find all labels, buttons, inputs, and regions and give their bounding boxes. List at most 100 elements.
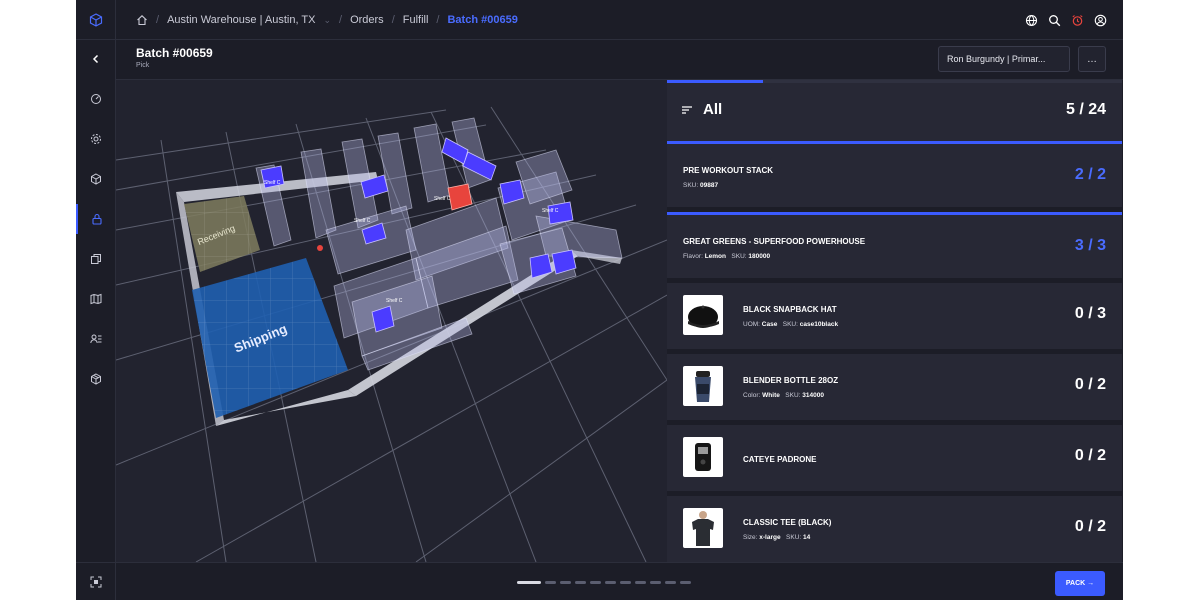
page-header: Batch #00659 Pick Ron Burgundy | Primar.… [116, 40, 1123, 80]
users-icon [90, 334, 102, 344]
cube-icon [89, 12, 103, 27]
pick-count: 0 / 2 [1074, 376, 1106, 393]
pagination-dot[interactable] [590, 581, 601, 584]
nav-settings[interactable] [76, 124, 116, 154]
pagination-dot[interactable] [517, 581, 541, 584]
top-bar: / Austin Warehouse | Austin, TX ⌄ / Orde… [116, 0, 1123, 40]
progress-bar [667, 80, 763, 83]
nav-inventory[interactable] [76, 164, 116, 194]
nav-dashboard[interactable] [76, 84, 116, 114]
pagination-dot[interactable] [680, 581, 691, 584]
app-window: / Austin Warehouse | Austin, TX ⌄ / Orde… [76, 0, 1123, 600]
pick-count: 3 / 3 [1074, 237, 1106, 254]
breadcrumb-separator: / [436, 14, 440, 26]
pagination-dot[interactable] [545, 581, 556, 584]
product-meta: Color: White SKU: 314000 [743, 392, 824, 399]
shelf-label: Shelf C [434, 196, 451, 202]
product-thumbnail [683, 508, 723, 548]
product-meta: SKU: 09887 [683, 182, 719, 189]
top-actions [1025, 0, 1107, 40]
user-select-button[interactable]: Ron Burgundy | Primar... [938, 46, 1070, 72]
sidebar-rail [76, 0, 116, 600]
pagination-dot[interactable] [605, 581, 616, 584]
shelf-label: Shelf C [542, 208, 559, 214]
shelf-label: Shelf C [386, 298, 403, 304]
scan-icon [90, 576, 102, 587]
dashboard-icon [91, 94, 101, 104]
nav-users[interactable] [76, 324, 116, 354]
pick-list-panel: All 5 / 24 PRE WORKOUT STACK SKU: 09887 2 … [667, 80, 1123, 563]
scan-button[interactable] [76, 562, 116, 600]
product-meta: UOM: Case SKU: case10black [743, 321, 839, 328]
chevron-down-icon[interactable]: ⌄ [323, 15, 331, 26]
warehouse-map[interactable]: Receiving Shipping Shelf C Shelf C Shelf… [116, 80, 667, 562]
meta-value: Case [761, 321, 778, 328]
product-name: BLENDER BOTTLE 28OZ [743, 376, 839, 385]
pick-item-row[interactable]: PRE WORKOUT STACK SKU: 09887 2 / 2 [667, 141, 1122, 208]
pick-total-count: 5 / 24 [1065, 101, 1106, 118]
app-logo[interactable] [76, 0, 116, 40]
settings-icon [91, 134, 101, 144]
meta-key: SKU [782, 321, 797, 328]
nav-documents[interactable] [76, 244, 116, 274]
product-thumbnail [683, 366, 723, 406]
meta-value: case10black [799, 321, 839, 328]
meta-key: SKU [785, 392, 799, 399]
product-name: CATEYE PADRONE [743, 455, 817, 464]
nav-packages[interactable] [76, 364, 116, 394]
nav-fulfill[interactable] [76, 204, 116, 234]
map-icon [90, 293, 102, 305]
box-icon [91, 173, 101, 185]
pick-count: 0 / 2 [1074, 518, 1106, 535]
breadcrumb: / Austin Warehouse | Austin, TX ⌄ / Orde… [136, 0, 518, 40]
chevron-left-icon [92, 54, 99, 64]
meta-key: Color [743, 392, 759, 399]
meta-value: 314000 [802, 392, 824, 399]
package-icon [91, 373, 101, 385]
breadcrumb-separator: / [391, 14, 395, 26]
meta-key: SKU [731, 253, 745, 260]
pagination-dot[interactable] [560, 581, 571, 584]
breadcrumb-warehouse[interactable]: Austin Warehouse | Austin, TX [167, 14, 315, 26]
warehouse-3d-view[interactable]: Receiving Shipping Shelf C Shelf C Shelf… [116, 80, 667, 562]
product-thumbnail [683, 295, 723, 335]
meta-value: White [762, 392, 780, 399]
picker-position-marker [317, 245, 323, 251]
pick-item-row[interactable]: BLENDER BOTTLE 28OZ Color: White SKU: 314… [667, 354, 1122, 421]
product-thumbnail [683, 437, 723, 477]
pick-count: 0 / 3 [1074, 305, 1106, 322]
home-icon[interactable] [136, 14, 148, 26]
pick-item-row[interactable]: GREAT GREENS - SUPERFOOD POWERHOUSE Flavo… [667, 212, 1122, 279]
pagination-dot[interactable] [620, 581, 631, 584]
meta-key: Size [743, 534, 756, 541]
pagination-dot[interactable] [665, 581, 676, 584]
pick-item-row[interactable]: BLACK SNAPBACK HAT UOM: Case SKU: case10b… [667, 283, 1122, 350]
pagination-dot[interactable] [650, 581, 661, 584]
pagination-dot[interactable] [635, 581, 646, 584]
pack-button[interactable]: PACK → [1055, 571, 1105, 596]
meta-key: SKU [683, 182, 697, 189]
meta-key: Flavor [683, 253, 702, 260]
breadcrumb-fulfill[interactable]: Fulfill [403, 14, 429, 26]
copy-icon [91, 254, 101, 264]
footer-bar: PACK → [116, 562, 1123, 600]
user-circle-icon[interactable] [1094, 14, 1107, 27]
globe-icon[interactable] [1025, 14, 1038, 27]
breadcrumb-orders[interactable]: Orders [350, 14, 384, 26]
product-name: PRE WORKOUT STACK [683, 166, 774, 175]
more-options-button[interactable]: … [1078, 46, 1106, 72]
breadcrumb-separator: / [339, 14, 343, 26]
collapse-sidebar-button[interactable] [76, 44, 116, 74]
product-meta: Size: x-large SKU: 14 [743, 534, 811, 541]
filter-label[interactable]: All [703, 101, 722, 118]
alarm-icon[interactable] [1071, 14, 1084, 27]
pick-list-header: All 5 / 24 [667, 80, 1122, 141]
pick-count: 2 / 2 [1074, 166, 1106, 183]
search-icon[interactable] [1048, 14, 1061, 27]
nav-map[interactable] [76, 284, 116, 314]
pick-item-row[interactable]: CLASSIC TEE (BLACK) Size: x-large SKU: 14… [667, 496, 1122, 563]
filter-icon[interactable] [681, 104, 693, 116]
pagination[interactable] [517, 581, 691, 584]
pick-item-row[interactable]: CATEYE PADRONE 0 / 2 [667, 425, 1122, 492]
pagination-dot[interactable] [575, 581, 586, 584]
